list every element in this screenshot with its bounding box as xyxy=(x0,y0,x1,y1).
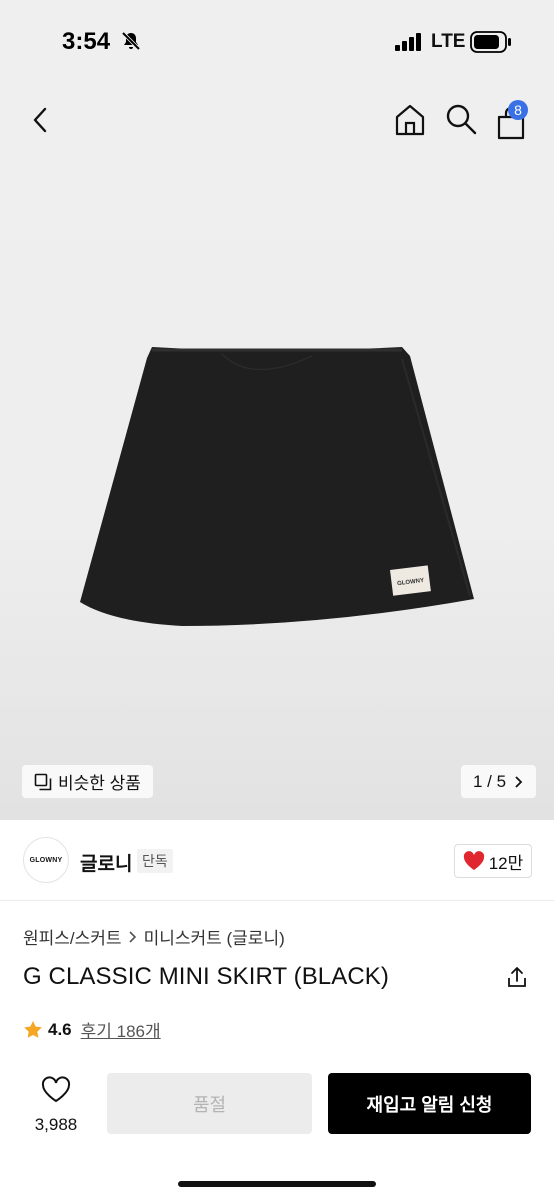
wishlist-button[interactable]: 3,988 xyxy=(28,1076,84,1135)
star-icon xyxy=(24,1020,42,1038)
heart-outline-icon xyxy=(41,1076,71,1103)
search-button[interactable] xyxy=(444,102,478,136)
status-time: 3:54 xyxy=(62,28,111,55)
chevron-right-icon xyxy=(129,930,136,943)
breadcrumb-category[interactable]: 원피스/스커트 xyxy=(23,924,122,949)
soldout-label: 품절 xyxy=(192,1094,227,1115)
back-arrow-icon xyxy=(33,107,47,133)
similar-icon xyxy=(34,773,52,790)
brand-like-button[interactable]: 12만 xyxy=(454,844,532,878)
rating-row: 4.6 후기 186개 xyxy=(23,1017,161,1042)
battery-icon xyxy=(470,31,512,58)
back-button[interactable] xyxy=(26,104,56,136)
home-indicator xyxy=(178,1181,376,1187)
home-button[interactable] xyxy=(392,102,428,138)
bell-muted-icon xyxy=(120,30,142,57)
image-pager[interactable]: 1 / 5 xyxy=(461,765,537,798)
signal-icon xyxy=(395,33,423,56)
exclusive-badge: 단독 xyxy=(137,849,173,873)
chevron-right-icon xyxy=(515,775,523,788)
cart-count-badge: 8 xyxy=(508,100,528,120)
brand-name[interactable]: 글로니 xyxy=(80,849,132,876)
share-button[interactable] xyxy=(505,965,529,989)
product-image: GLOWNY xyxy=(80,347,474,626)
home-icon xyxy=(395,104,425,136)
review-count-link[interactable]: 후기 186개 xyxy=(81,1017,161,1042)
top-navigation: 8 xyxy=(0,84,554,156)
status-bar: 3:54 LTE xyxy=(0,0,554,84)
brand-logo-text: GLOWNY xyxy=(29,856,63,864)
brand-like-count: 12만 xyxy=(488,853,524,873)
product-image-gallery[interactable]: GLOWNY 비슷한 상품 1 / 5 xyxy=(0,84,554,820)
share-icon xyxy=(508,967,526,987)
similar-products-button[interactable]: 비슷한 상품 xyxy=(22,765,153,798)
restock-alert-button[interactable]: 재입고 알림 신청 xyxy=(328,1073,531,1134)
search-icon xyxy=(446,104,477,135)
rating-value: 4.6 xyxy=(48,1019,72,1039)
breadcrumb-subcategory[interactable]: 미니스커트 (글로니) xyxy=(144,924,285,949)
restock-alert-label: 재입고 알림 신청 xyxy=(366,1094,493,1115)
brand-logo[interactable]: GLOWNY xyxy=(23,837,69,883)
breadcrumb: 원피스/스커트 미니스커트 (글로니) xyxy=(23,924,285,949)
soldout-button: 품절 xyxy=(107,1073,312,1134)
product-title: G CLASSIC MINI SKIRT (BLACK) xyxy=(23,963,389,990)
network-label: LTE xyxy=(431,31,466,52)
page-indicator: 1 / 5 xyxy=(473,771,507,791)
similar-products-label: 비슷한 상품 xyxy=(58,774,141,793)
cart-button[interactable]: 8 xyxy=(494,100,534,140)
brand-row: GLOWNY 글로니 단독 12만 xyxy=(0,820,554,901)
heart-filled-icon xyxy=(463,851,484,870)
wishlist-count: 3,988 xyxy=(34,1115,78,1134)
